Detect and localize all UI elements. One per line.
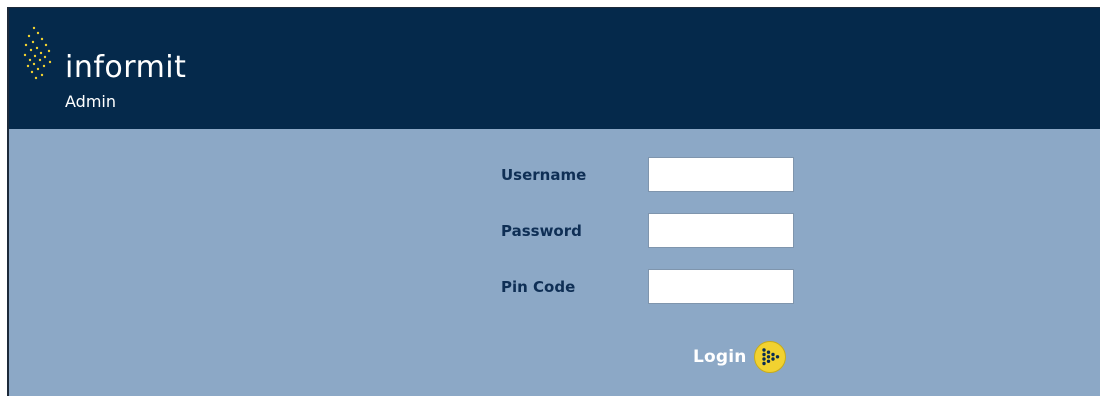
header-bar: informit Admin — [9, 8, 1100, 129]
logo-subtitle: Admin — [65, 92, 116, 111]
pincode-row: Pin Code — [501, 269, 801, 305]
password-row: Password — [501, 213, 801, 249]
login-label: Login — [693, 347, 747, 367]
password-label: Password — [501, 222, 582, 240]
pincode-label: Pin Code — [501, 278, 576, 296]
username-input[interactable] — [648, 157, 794, 192]
login-button[interactable]: Login — [693, 340, 787, 374]
password-input[interactable] — [648, 213, 794, 248]
page-frame: informit Admin Username Password Pin Cod… — [7, 7, 1100, 396]
play-arrow-dots-icon — [753, 341, 786, 373]
username-label: Username — [501, 166, 587, 184]
informit-logo: informit Admin — [15, 20, 215, 120]
login-panel: Username Password Pin Code Login — [9, 129, 1100, 396]
username-row: Username — [501, 157, 801, 193]
pincode-input[interactable] — [648, 269, 794, 304]
logo-wordmark: informit — [65, 50, 187, 85]
